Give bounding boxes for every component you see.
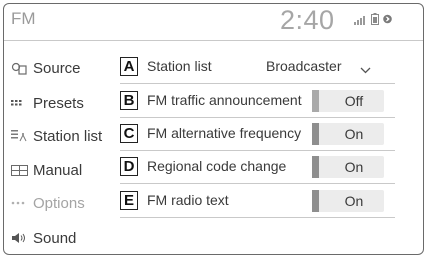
setting-label: FM radio text — [147, 192, 229, 208]
station-list-value: Broadcaster — [266, 58, 342, 74]
toggle-indicator — [312, 156, 319, 178]
setting-label: FM alternative frequency — [147, 125, 302, 141]
status-bar — [354, 12, 392, 30]
toggle-state: On — [344, 159, 364, 175]
setting-row-fm-radio-text: E FM radio text On — [120, 185, 395, 217]
toggle-indicator — [312, 190, 319, 212]
speaker-icon — [11, 232, 33, 244]
chevron-down-icon — [360, 61, 371, 79]
options-icon — [11, 201, 33, 205]
setting-label: Station list — [147, 58, 212, 74]
callout-label: E — [120, 191, 138, 210]
signal-icon — [354, 12, 367, 30]
regional-code-change-toggle[interactable]: On — [312, 156, 384, 178]
sidebar-item-sound[interactable]: Sound — [11, 223, 76, 253]
sidebar-item-manual[interactable]: Manual — [11, 155, 82, 185]
toggle-state: On — [344, 193, 364, 209]
fm-alternative-frequency-toggle[interactable]: On — [312, 123, 384, 145]
setting-row-regional-code-change: D Regional code change On — [120, 151, 395, 183]
bluetooth-icon — [383, 12, 392, 30]
row-divider — [120, 217, 395, 218]
setting-row-fm-traffic-announcement: B FM traffic announcement Off — [120, 85, 395, 117]
sidebar-item-label: Options — [33, 194, 85, 212]
setting-row-station-list[interactable]: A Station list Broadcaster — [120, 51, 395, 83]
sidebar-item-options[interactable]: Options — [11, 188, 85, 218]
sidebar-item-label: Sound — [33, 229, 77, 247]
toggle-state: On — [344, 126, 364, 142]
setting-label: FM traffic announcement — [147, 92, 302, 108]
source-icon — [11, 62, 33, 75]
header-divider — [4, 40, 423, 41]
clock: 2:40 — [280, 5, 335, 35]
sidebar-item-label: Presets — [33, 94, 84, 112]
callout-label: D — [120, 157, 138, 176]
sidebar-item-label: Source — [33, 59, 81, 77]
row-divider — [120, 183, 395, 184]
station-list-icon — [11, 129, 33, 143]
setting-label: Regional code change — [147, 158, 287, 174]
sidebar-item-source[interactable]: Source — [11, 53, 81, 83]
row-divider — [120, 83, 395, 84]
sidebar-item-label: Manual — [33, 161, 83, 179]
presets-icon — [11, 100, 33, 106]
header: FM 2:40 — [4, 4, 423, 40]
battery-icon — [371, 12, 379, 30]
setting-row-fm-alternative-frequency: C FM alternative frequency On — [120, 118, 395, 150]
fm-radio-text-toggle[interactable]: On — [312, 190, 384, 212]
sidebar-item-label: Station list — [33, 127, 103, 145]
callout-label: C — [120, 124, 138, 143]
screen-frame: FM 2:40 Source Presets Station list Manu… — [3, 3, 424, 255]
callout-label: B — [120, 91, 138, 110]
sidebar-item-presets[interactable]: Presets — [11, 88, 84, 118]
toggle-indicator — [312, 123, 319, 145]
fm-traffic-announcement-toggle[interactable]: Off — [312, 90, 384, 112]
callout-label: A — [120, 57, 138, 76]
sidebar-item-station-list[interactable]: Station list — [11, 121, 102, 151]
toggle-state: Off — [344, 93, 364, 109]
screen-title: FM — [11, 9, 36, 28]
manual-icon — [11, 164, 33, 176]
toggle-indicator — [312, 90, 319, 112]
